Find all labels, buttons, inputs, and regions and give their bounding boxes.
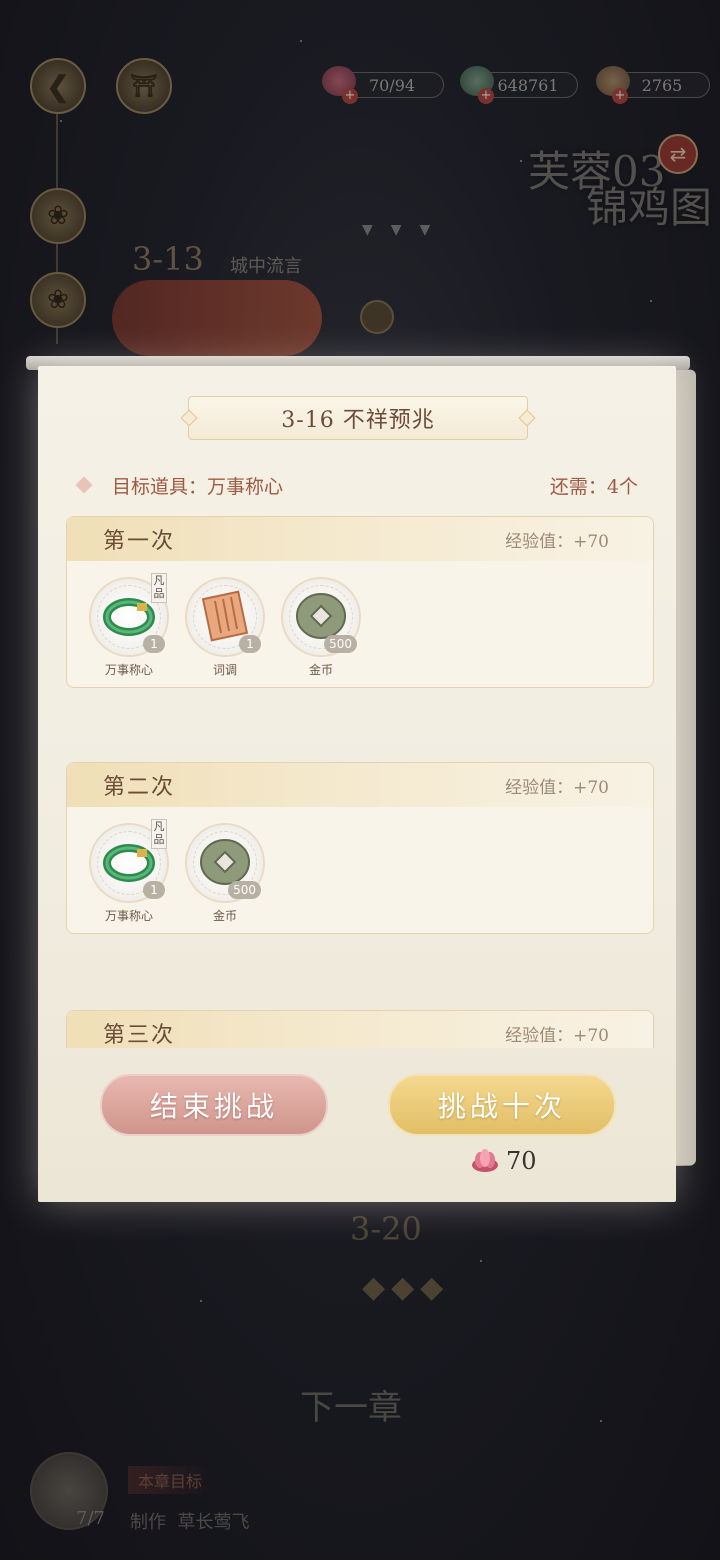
still-needed: 还需：4个 [549, 475, 638, 498]
diamond-bullet-icon [75, 476, 93, 494]
round-card: 第一次 经验值：+70 凡品 1 万事称心 1 词调 500 金币 [66, 516, 654, 688]
target-row: 目标道具：万事称心 还需：4个 [75, 470, 638, 500]
item-count: 1 [239, 635, 261, 653]
item-count: 1 [143, 881, 165, 899]
end-challenge-button[interactable]: 结束挑战 [100, 1074, 328, 1136]
round-exp: 经验值：+70 [505, 778, 609, 798]
challenge-cost: 70 [470, 1146, 537, 1176]
jade-bracelet-icon [103, 598, 155, 636]
target-item: 目标道具：万事称心 [112, 475, 284, 498]
round-title: 第二次 [103, 775, 176, 800]
reward-item[interactable]: 500 金币 [281, 577, 361, 677]
item-count: 500 [228, 881, 261, 899]
reward-item[interactable]: 凡品 1 万事称心 [89, 573, 169, 677]
item-count: 1 [143, 635, 165, 653]
item-name: 万事称心 [104, 663, 153, 677]
item-name: 金币 [308, 663, 333, 677]
round-card: 第三次 经验值：+70 [66, 1010, 654, 1048]
round-title: 第一次 [103, 529, 176, 554]
round-card: 第二次 经验值：+70 凡品 1 万事称心 500 金币 [66, 762, 654, 934]
diamond-ornament-icon [180, 409, 198, 427]
round-title: 第三次 [103, 1023, 176, 1048]
reward-item[interactable]: 1 词调 [185, 577, 265, 677]
cost-value: 70 [506, 1147, 537, 1175]
lotus-icon [472, 1149, 498, 1172]
jade-bracelet-icon [103, 844, 155, 882]
item-name: 金币 [212, 909, 237, 923]
item-count: 500 [324, 635, 357, 653]
round-exp: 经验值：+70 [505, 532, 609, 552]
coin-icon [200, 839, 250, 885]
diamond-ornament-icon [518, 409, 536, 427]
item-grade: 凡品 [151, 573, 167, 603]
challenge-ten-times-button[interactable]: 挑战十次 [388, 1074, 616, 1136]
reward-item[interactable]: 500 金币 [185, 823, 265, 923]
reward-item[interactable]: 凡品 1 万事称心 [89, 819, 169, 923]
dialog-title-plate: 3-16 不祥预兆 [180, 396, 536, 440]
challenge-result-dialog: 3-16 不祥预兆 目标道具：万事称心 还需：4个 第一次 经验值：+70 凡品 [38, 366, 676, 1202]
coin-icon [296, 593, 346, 639]
item-name: 词调 [212, 663, 237, 677]
item-grade: 凡品 [151, 819, 167, 849]
round-exp: 经验值：+70 [505, 1026, 609, 1046]
item-name: 万事称心 [104, 909, 153, 923]
dialog-title: 3-16 不祥预兆 [281, 408, 435, 433]
rounds-list[interactable]: 第一次 经验值：+70 凡品 1 万事称心 1 词调 500 金币 第二次 经验… [66, 516, 656, 1048]
